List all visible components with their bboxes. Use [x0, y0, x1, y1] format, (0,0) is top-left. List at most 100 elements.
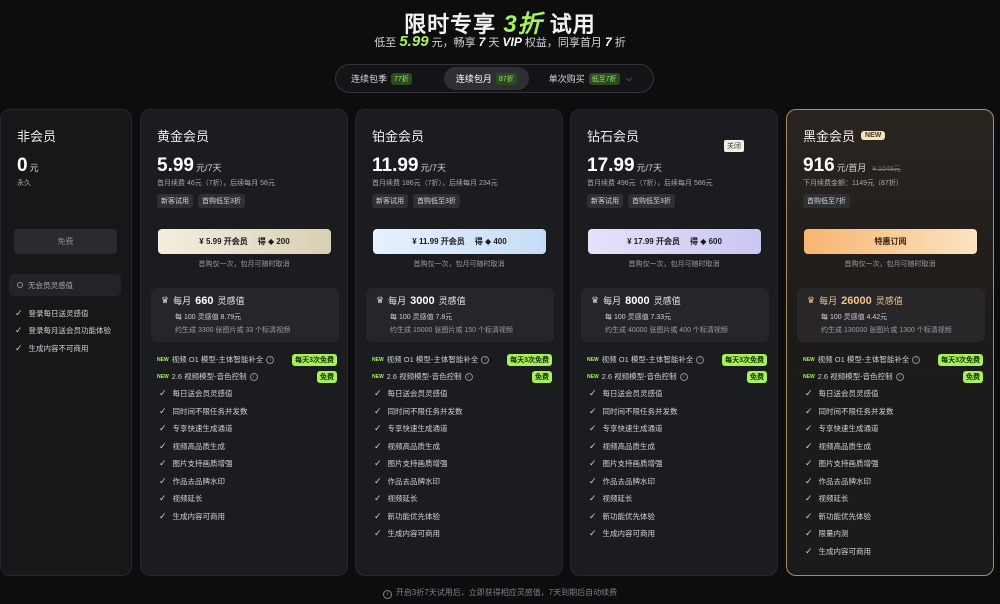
check-icon: ✓: [589, 458, 597, 468]
plan-chip: 新客试用: [372, 194, 408, 208]
feature-label: 生成内容可商用: [172, 511, 226, 521]
info-icon[interactable]: i: [266, 355, 275, 364]
plan-title-row: 黑金会员 NEW: [803, 126, 886, 145]
price-unit: 元: [29, 163, 39, 173]
price-unit: 元/7天: [195, 163, 222, 173]
quota-suffix: 灵感值: [217, 296, 245, 306]
quota-headline: ♛ 每月 8000 灵感值: [591, 294, 681, 307]
check-icon: ✓: [589, 440, 597, 451]
feature-label: 新功能优先体验: [818, 511, 872, 521]
subscribe-button[interactable]: 特惠订阅: [804, 229, 977, 254]
feature-label: 专享快速生成通道: [818, 424, 879, 433]
model-feature-row: NEW 2.6 视频模型-音色控制 i 免费: [157, 370, 337, 383]
info-icon[interactable]: i: [679, 372, 688, 381]
hero-sub-text: 天: [488, 37, 500, 49]
feature-label: 生成内容可商用: [818, 546, 872, 556]
check-icon: ✓: [159, 440, 167, 451]
subscribe-label: ¥ 11.99 开会员: [412, 237, 465, 246]
info-icon[interactable]: i: [249, 372, 258, 381]
tab-quarterly[interactable]: 连续包季 77折: [339, 67, 424, 90]
feature-label: 专享快速生成通道: [172, 424, 233, 433]
tab-label: 连续包月: [455, 74, 492, 84]
hero-subtitle: 低至 5.99 元，畅享 7 天 VIP 权益，同享首月 7 折: [0, 33, 1000, 50]
hero-sub-text: 折: [614, 37, 626, 49]
feature-label: 登录每日送灵感值: [28, 309, 89, 318]
hero-sub-text: 权益，同享首月: [524, 37, 602, 49]
feature-item: ✓ 视频高品质生成: [589, 441, 655, 452]
quota-unit-price: 每 100 灵感值 7.33元: [605, 314, 672, 321]
feature-label: 同时间不限任务并发数: [387, 406, 463, 416]
feature-item: ✓ 同时间不限任务并发数: [805, 406, 894, 417]
price-unit: 元/7天: [636, 163, 663, 173]
info-icon[interactable]: i: [464, 372, 473, 381]
feature-label: 生成内容可商用: [387, 529, 441, 538]
quota-number: 26000: [841, 294, 872, 307]
feature-label: 每日送会员灵感值: [387, 389, 448, 398]
info-icon[interactable]: i: [696, 355, 705, 364]
feature-item: ✓ 登录每日送灵感值: [15, 308, 89, 319]
model-feature-label: 视频 O1 模型-主体智能补全: [601, 355, 694, 364]
new-mark: NEW: [372, 356, 384, 363]
free-quota-pill: 每天3次免费: [507, 353, 552, 366]
billing-tabs: 连续包季 77折 连续包月 87折 单次购买 低至7折 ⌵: [335, 64, 654, 93]
check-icon: ✓: [805, 493, 813, 503]
feature-item: ✓ 图片支持画质增强: [159, 458, 233, 469]
plan-price: 17.99 元/7天: [587, 155, 662, 177]
feature-label: 同时间不限任务并发数: [818, 406, 894, 416]
plan-title: 黑金会员: [803, 129, 856, 144]
free-quota-pill: 每天3次免费: [938, 353, 983, 366]
close-tag[interactable]: 关闭: [724, 140, 744, 152]
feature-label: 视频高品质生成: [387, 441, 441, 451]
check-icon: ✓: [805, 388, 813, 398]
info-icon[interactable]: i: [481, 355, 490, 364]
original-price: ¥ 1049元: [872, 166, 901, 173]
price-value: 5.99: [157, 155, 194, 176]
tab-single-purchase[interactable]: 单次购买 低至7折 ⌵: [537, 67, 645, 90]
chevron-down-icon: ⌵: [625, 73, 633, 83]
subscribe-label: 特惠订阅: [874, 237, 907, 246]
feature-item: ✓ 生成内容可商用: [589, 528, 655, 539]
feature-item: ✓ 作品去品牌水印: [589, 476, 655, 487]
subscribe-button[interactable]: ¥ 17.99 开会员得 ◆ 600: [588, 229, 761, 254]
crown-icon: ♛: [807, 295, 816, 305]
crown-icon: ♛: [161, 295, 170, 305]
check-icon: ✓: [805, 423, 813, 433]
subscribe-button[interactable]: ¥ 5.99 开会员得 ◆ 200: [158, 229, 331, 254]
info-icon: i: [382, 590, 392, 599]
tab-monthly[interactable]: 连续包月 87折: [443, 67, 529, 90]
price-value: 17.99: [587, 155, 635, 176]
feature-item: ✓ 生成内容可商用: [374, 528, 440, 539]
model-feature-label: 2.6 视频模型-音色控制: [601, 372, 677, 381]
check-icon: ✓: [374, 458, 382, 468]
feature-item: ✓ 同时间不限任务并发数: [159, 406, 248, 417]
tab-label: 单次购买: [548, 74, 585, 84]
quota-number: 8000: [625, 294, 650, 307]
feature-item: ✓ 视频高品质生成: [374, 441, 440, 452]
new-mark: NEW: [587, 356, 599, 363]
free-plan-button[interactable]: 免费: [14, 229, 117, 254]
no-points-label: 无会员灵感值: [28, 280, 73, 290]
feature-item: ✓ 视频延长: [805, 493, 849, 504]
check-icon: ✓: [805, 405, 813, 416]
info-icon[interactable]: i: [895, 372, 904, 381]
feature-item: ✓ 图片支持画质增强: [589, 458, 663, 469]
feature-label: 每日送会员灵感值: [602, 389, 663, 398]
feature-item: ✓ 新功能优先体验: [589, 511, 655, 522]
plan-card-diamond: 钻石会员 关闭 17.99 元/7天 首月续费 496元（7折），后续每月 586元 新客…: [570, 109, 778, 576]
check-icon: ✓: [805, 475, 813, 486]
quota-prefix: 每月: [388, 296, 407, 306]
check-icon: ✓: [159, 475, 167, 486]
subscribe-button[interactable]: ¥ 11.99 开会员得 ◆ 400: [373, 229, 546, 254]
feature-item: ✓ 作品去品牌水印: [159, 476, 225, 487]
feature-item: ✓ 作品去品牌水印: [374, 476, 440, 487]
plan-chip: 首购低至3折: [413, 194, 460, 208]
check-icon: ✓: [159, 458, 167, 468]
check-icon: ✓: [374, 493, 382, 503]
plan-title-row: 钻石会员: [587, 126, 639, 145]
check-icon: ✓: [805, 545, 813, 556]
quota-headline: ♛ 每月 26000 灵感值: [807, 294, 903, 307]
feature-item: ✓ 每日送会员灵感值: [159, 388, 233, 399]
feature-item: ✓ 视频延长: [374, 493, 418, 504]
points-quota-box: ♛ 每月 26000 灵感值每 100 灵感值 4.42元 约生成 130000 张图片…: [797, 288, 985, 342]
info-icon[interactable]: i: [912, 355, 921, 364]
